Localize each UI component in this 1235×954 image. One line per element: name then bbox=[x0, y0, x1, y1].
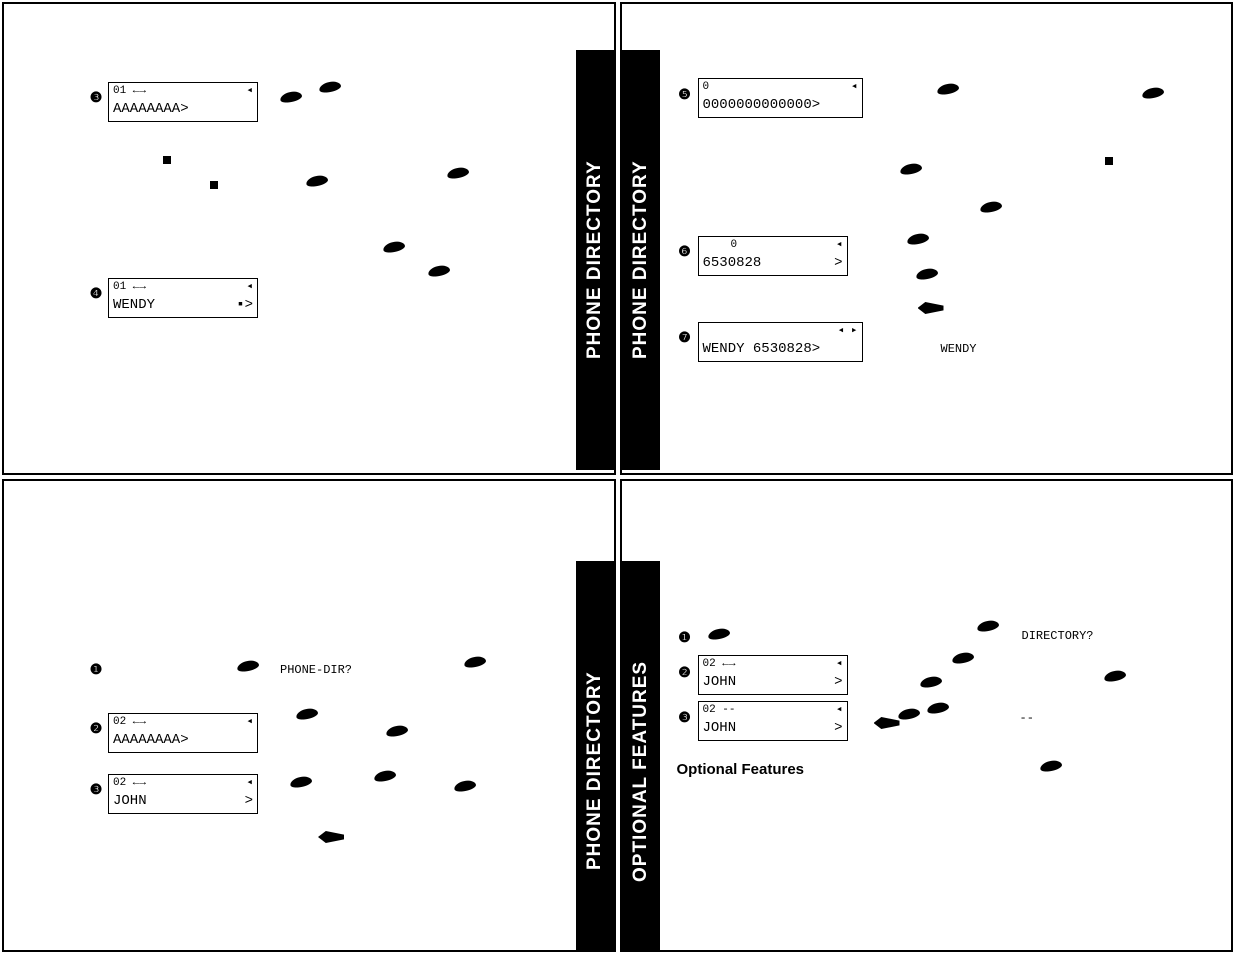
lcd-text: 0 bbox=[731, 239, 738, 255]
leaf-icon bbox=[280, 92, 302, 104]
lcd-text: AAAAAAAA> bbox=[113, 733, 189, 748]
step-number: ❸ bbox=[677, 709, 693, 726]
lcd-text: > bbox=[245, 794, 253, 809]
leaf-icon bbox=[1104, 671, 1126, 683]
panel-top-right: PHONE DIRECTORY ❺ 0 ◂ 0000000000000> ❻ 0 ◂… bbox=[620, 2, 1234, 475]
drop-icon bbox=[318, 831, 344, 843]
lcd-arrow: ◂ bbox=[836, 239, 843, 255]
leaf-icon bbox=[386, 726, 408, 738]
leaf-icon bbox=[306, 176, 328, 188]
step-number: ❸ bbox=[88, 781, 104, 798]
leaf-icon bbox=[383, 242, 405, 254]
leaf-icon bbox=[454, 781, 476, 793]
lcd-text: 0 bbox=[703, 81, 710, 97]
drop-icon bbox=[874, 717, 900, 729]
lcd-text: 01 ←→ bbox=[113, 281, 146, 297]
leaf-icon bbox=[898, 709, 920, 721]
tab-phone-directory: PHONE DIRECTORY bbox=[576, 561, 614, 952]
panel-bottom-left: PHONE DIRECTORY ❶ PHONE-DIR? ❷ 02 ←→ ◂ AA… bbox=[2, 479, 616, 952]
lcd-display: 01 ←→ ◂ AAAAAAAA> bbox=[108, 82, 258, 122]
drop-icon bbox=[918, 302, 944, 314]
step-number: ❷ bbox=[88, 720, 104, 737]
leaf-icon bbox=[900, 164, 922, 176]
leaf-icon bbox=[980, 202, 1002, 214]
step-number: ❼ bbox=[677, 329, 693, 346]
leaf-icon bbox=[907, 234, 929, 246]
square-glyph bbox=[210, 181, 218, 189]
leaf-icon bbox=[1040, 761, 1062, 773]
leaf-icon bbox=[374, 771, 396, 783]
lcd-text: JOHN bbox=[703, 675, 737, 690]
leaf-icon bbox=[916, 269, 938, 281]
leaf-icon bbox=[920, 677, 942, 689]
lcd-text: WENDY bbox=[113, 298, 155, 313]
step-number: ❻ bbox=[677, 243, 693, 260]
step-number: ❶ bbox=[677, 629, 693, 646]
lcd-arrow: ◂ bbox=[246, 85, 253, 101]
lcd-arrow: ◂ bbox=[851, 81, 858, 97]
leaf-icon bbox=[290, 777, 312, 789]
step-number: ❸ bbox=[88, 89, 104, 106]
lcd-text: AAAAAAAA> bbox=[113, 102, 189, 117]
note-text: -- bbox=[1020, 711, 1034, 725]
lcd-text: ▪> bbox=[236, 298, 253, 313]
leaf-icon bbox=[464, 657, 486, 669]
leaf-icon bbox=[708, 629, 730, 641]
note-text: WENDY bbox=[941, 342, 977, 356]
step-number: ❶ bbox=[88, 661, 104, 678]
lcd-text: 02 ←→ bbox=[113, 716, 146, 732]
leaf-icon bbox=[937, 84, 959, 96]
leaf-icon bbox=[237, 661, 259, 673]
note-text: PHONE-DIR? bbox=[280, 663, 352, 677]
lcd-text: 02 ←→ bbox=[113, 777, 146, 793]
lcd-display: 0 ◂ 6530828 > bbox=[698, 236, 848, 276]
leaf-icon bbox=[977, 621, 999, 633]
lcd-text: 6530828 bbox=[703, 256, 762, 271]
leaf-icon bbox=[296, 709, 318, 721]
lcd-arrow: ◂ bbox=[836, 658, 843, 674]
lcd-display: 02 ←→ ◂ AAAAAAAA> bbox=[108, 713, 258, 753]
section-header: Optional Features bbox=[677, 761, 805, 778]
lcd-text: 0000000000000> bbox=[703, 98, 821, 113]
lcd-arrow: ◂ bbox=[246, 716, 253, 732]
page-grid: PHONE DIRECTORY ❸ 01 ←→ ◂ AAAAAAAA> ❹ 01 … bbox=[0, 0, 1235, 954]
leaf-icon bbox=[927, 703, 949, 715]
lcd-arrow: ◂ bbox=[246, 777, 253, 793]
lcd-display: 0 ◂ 0000000000000> bbox=[698, 78, 863, 118]
lcd-display: 02 -- ◂ JOHN > bbox=[698, 701, 848, 741]
lcd-text: JOHN bbox=[703, 721, 737, 736]
leaf-icon bbox=[952, 653, 974, 665]
lcd-text: WENDY 6530828> bbox=[703, 342, 821, 357]
lcd-text: > bbox=[834, 721, 842, 736]
tab-phone-directory: PHONE DIRECTORY bbox=[576, 50, 614, 470]
lcd-text: JOHN bbox=[113, 794, 147, 809]
lcd-text: 02 -- bbox=[703, 704, 736, 720]
leaf-icon bbox=[447, 168, 469, 180]
tab-optional-features: OPTIONAL FEATURES bbox=[622, 561, 660, 952]
lcd-text: > bbox=[834, 256, 842, 271]
tab-phone-directory: PHONE DIRECTORY bbox=[622, 50, 660, 470]
lcd-arrow: ◂ bbox=[246, 281, 253, 297]
lcd-display: 01 ←→ ◂ WENDY ▪> bbox=[108, 278, 258, 318]
note-text: DIRECTORY? bbox=[1022, 629, 1094, 643]
lcd-text: 02 ←→ bbox=[703, 658, 736, 674]
lcd-display: 02 ←→ ◂ JOHN > bbox=[698, 655, 848, 695]
lcd-arrow: ◂ bbox=[836, 704, 843, 720]
leaf-icon bbox=[319, 82, 341, 94]
lcd-text: 01 ←→ bbox=[113, 85, 146, 101]
step-number: ❷ bbox=[677, 664, 693, 681]
panel-top-left: PHONE DIRECTORY ❸ 01 ←→ ◂ AAAAAAAA> ❹ 01 … bbox=[2, 2, 616, 475]
lcd-display: 02 ←→ ◂ JOHN > bbox=[108, 774, 258, 814]
square-glyph bbox=[1105, 157, 1113, 165]
lcd-text: > bbox=[834, 675, 842, 690]
leaf-icon bbox=[1142, 88, 1164, 100]
panel-bottom-right: OPTIONAL FEATURES ❶ DIRECTORY? ❷ 02 ←→ ◂ … bbox=[620, 479, 1234, 952]
square-glyph bbox=[163, 156, 171, 164]
lcd-display: ◂ ▸ WENDY 6530828> bbox=[698, 322, 863, 362]
leaf-icon bbox=[428, 266, 450, 278]
step-number: ❹ bbox=[88, 285, 104, 302]
lcd-arrow: ◂ ▸ bbox=[838, 325, 858, 341]
step-number: ❺ bbox=[677, 86, 693, 103]
